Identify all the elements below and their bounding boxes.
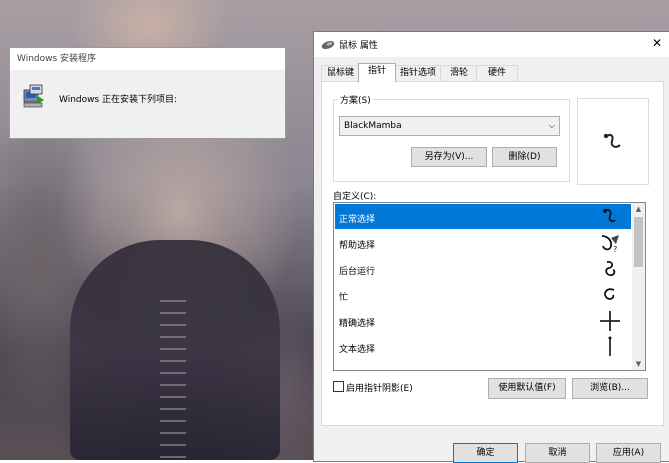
scroll-down-icon[interactable]: ▼ — [632, 358, 645, 370]
dialog-titlebar[interactable]: 鼠标 属性 ✕ — [314, 32, 669, 57]
scheme-group — [333, 99, 570, 182]
text-cursor-icon — [608, 336, 612, 356]
cursor-list[interactable]: 正常选择 帮助选择 ? 后台运行 忙 精确选择 文本选择 ▲ ▼ — [333, 202, 646, 371]
scroll-up-icon[interactable]: ▲ — [632, 203, 645, 215]
installer-content: Windows 正在安装下列项目: — [10, 70, 285, 138]
browse-button[interactable]: 浏览(B)... — [572, 378, 648, 399]
ok-button[interactable]: 确定 — [453, 443, 518, 463]
chevron-down-icon: ⌵ — [548, 121, 555, 130]
cursor-row-working[interactable]: 后台运行 — [335, 256, 631, 281]
snake-cursor-preview-icon — [603, 133, 621, 148]
tab-pointers[interactable]: 指针 — [358, 63, 396, 82]
cursor-row-busy[interactable]: 忙 — [335, 282, 631, 307]
cursor-row-label: 帮助选择 — [339, 241, 376, 251]
wallpaper-lace — [160, 300, 186, 460]
installer-title: Windows 安装程序 — [10, 48, 285, 70]
cursor-row-label: 后台运行 — [339, 267, 376, 277]
dialog-title: 鼠标 属性 — [339, 41, 378, 51]
working-cursor-icon — [605, 261, 616, 276]
shadow-label: 启用指针阴影(E) — [346, 384, 413, 394]
installer-window: Windows 安装程序 Windows 正在安装下列项目: — [9, 47, 286, 139]
mouse-icon — [321, 40, 335, 50]
svg-text:?: ? — [613, 245, 617, 254]
cursor-row-normal[interactable]: 正常选择 — [335, 204, 631, 229]
close-button[interactable]: ✕ — [650, 36, 664, 50]
cursor-list-scrollbar[interactable]: ▲ ▼ — [632, 203, 645, 370]
scrollbar-thumb[interactable] — [634, 217, 643, 267]
pointers-panel: 方案(S) BlackMamba ⌵ 另存为(V)... 删除(D) 自定义(C… — [321, 81, 664, 426]
cursor-row-label: 文本选择 — [339, 345, 376, 355]
customize-label: 自定义(C): — [333, 192, 377, 202]
tab-pointer-options[interactable]: 指针选项 — [394, 65, 442, 81]
cursor-preview — [577, 98, 649, 185]
arrow-cursor-icon — [603, 209, 616, 223]
tab-hardware[interactable]: 硬件 — [476, 65, 518, 81]
apply-button[interactable]: 应用(A) — [596, 443, 661, 463]
installer-message: Windows 正在安装下列项目: — [59, 95, 178, 105]
scheme-dropdown[interactable]: BlackMamba ⌵ — [339, 116, 560, 136]
cursor-row-label: 精确选择 — [339, 319, 376, 329]
cursor-row-label: 正常选择 — [339, 215, 376, 225]
tab-wheel[interactable]: 滑轮 — [440, 65, 478, 81]
installer-icon — [23, 84, 44, 108]
mouse-properties-dialog: 鼠标 属性 ✕ 鼠标键 指针 指针选项 滑轮 硬件 方案(S) BlackMam… — [313, 31, 669, 463]
delete-button[interactable]: 删除(D) — [492, 147, 557, 167]
busy-cursor-icon — [604, 288, 615, 300]
cursor-row-text[interactable]: 文本选择 — [335, 334, 631, 359]
cursor-row-label: 忙 — [339, 293, 349, 303]
shadow-checkbox[interactable] — [333, 381, 344, 392]
cursor-row-precision[interactable]: 精确选择 — [335, 308, 631, 333]
cancel-button[interactable]: 取消 — [525, 443, 590, 463]
help-cursor-icon: ? — [601, 235, 619, 254]
scheme-label: 方案(S) — [338, 93, 373, 106]
save-as-button[interactable]: 另存为(V)... — [411, 147, 487, 167]
use-default-button[interactable]: 使用默认值(F) — [488, 378, 566, 399]
tab-buttons[interactable]: 鼠标键 — [321, 65, 360, 81]
crosshair-cursor-icon — [600, 311, 620, 331]
cursor-row-help[interactable]: 帮助选择 ? — [335, 230, 631, 255]
scheme-value: BlackMamba — [344, 121, 402, 131]
